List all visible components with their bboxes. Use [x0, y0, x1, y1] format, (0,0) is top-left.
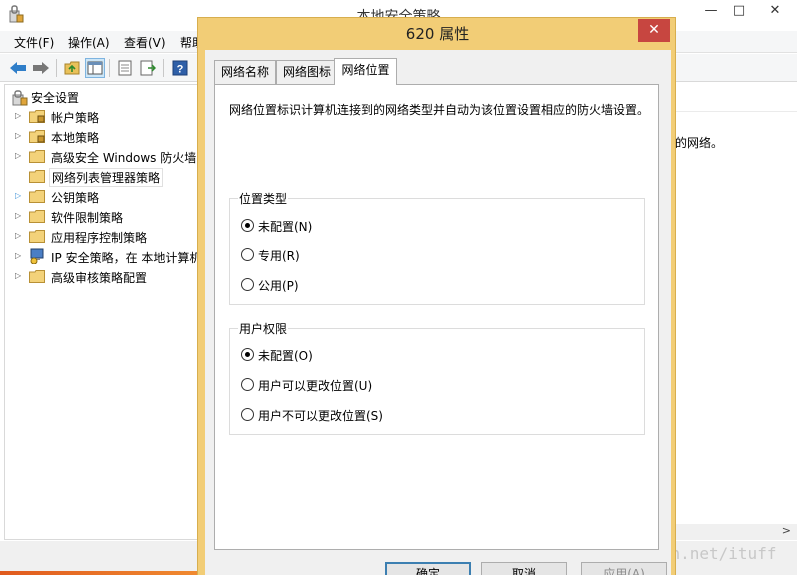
details-header [675, 84, 797, 112]
expand-arrow-icon[interactable]: ▷ [15, 251, 21, 260]
folder-lock-icon [29, 130, 45, 143]
ok-button[interactable]: 确定 [385, 562, 471, 575]
tab-network-name[interactable]: 网络名称 [214, 60, 276, 84]
menu-view[interactable]: 查看(V) [124, 34, 166, 51]
radio-label: 用户不可以更改位置(S) [258, 409, 383, 423]
scroll-right-icon[interactable]: > [782, 524, 791, 537]
tree-item-label: 网络列表管理器策略 [49, 168, 164, 187]
tab-panel: 网络位置标识计算机连接到的网络类型并自动为该位置设置相应的防火墙设置。 位置类型… [214, 84, 659, 550]
folder-icon [29, 210, 45, 223]
radio-label: 未配置(O) [258, 349, 313, 363]
user-permissions-group: 用户权限 未配置(O) 用户可以更改位置(U) 用户不可以更改位置(S) [229, 320, 645, 435]
toolbar-separator [163, 59, 164, 77]
tree-item-audit-policy[interactable]: ▷ 高级审核策略配置 [5, 267, 205, 287]
expand-arrow-icon[interactable]: ▷ [15, 191, 21, 200]
dialog-body: 网络名称 网络图标 网络位置 网络位置标识计算机连接到的网络类型并自动为该位置设… [205, 50, 671, 575]
radio-label: 未配置(N) [258, 220, 313, 234]
folder-lock-icon [29, 110, 45, 123]
tree-item-software-restriction[interactable]: ▷ 软件限制策略 [5, 207, 205, 227]
expand-arrow-icon[interactable]: ▷ [15, 231, 21, 240]
radio-button[interactable] [241, 378, 254, 391]
toolbar-separator [109, 59, 110, 77]
radio-button[interactable] [241, 278, 254, 291]
details-pane: 的网络。 [675, 84, 797, 540]
menu-action[interactable]: 操作(A) [68, 34, 110, 51]
tree-item-label: 安全设置 [31, 91, 80, 105]
taskbar-strip [0, 571, 200, 575]
up-folder-icon[interactable] [62, 58, 82, 78]
tree-item-app-control[interactable]: ▷ 应用程序控制策略 [5, 227, 205, 247]
tree-item-security-settings[interactable]: 安全设置 [5, 87, 205, 107]
radio-button[interactable] [241, 248, 254, 261]
export-list-icon[interactable] [115, 58, 135, 78]
menu-file[interactable]: 文件(F) [14, 34, 54, 51]
group-title: 用户权限 [238, 320, 289, 337]
folder-icon [29, 170, 45, 183]
apply-button[interactable]: 应用(A) [581, 562, 667, 575]
tree-item-label: 本地策略 [51, 131, 100, 145]
location-description: 网络位置标识计算机连接到的网络类型并自动为该位置设置相应的防火墙设置。 [229, 103, 650, 117]
svg-text:?: ? [177, 64, 184, 76]
properties-dialog: 620 属性 ✕ 网络名称 网络图标 网络位置 网络位置标识计算机连接到的网络类… [197, 17, 676, 575]
radio-label: 专用(R) [258, 249, 300, 263]
expand-arrow-icon[interactable]: ▷ [15, 271, 21, 280]
expand-arrow-icon[interactable]: ▷ [15, 111, 21, 120]
radio-label: 公用(P) [258, 279, 299, 293]
help-icon[interactable]: ? [170, 58, 190, 78]
forward-arrow-icon[interactable] [31, 58, 51, 78]
tree-item-public-key[interactable]: ▷ 公钥策略 [5, 187, 205, 207]
expand-arrow-icon[interactable]: ▷ [15, 151, 21, 160]
tree-item-label: 软件限制策略 [51, 211, 124, 225]
dialog-close-button[interactable]: ✕ [638, 19, 670, 42]
tree-item-firewall[interactable]: ▷ 高级安全 Windows 防火墙 [5, 147, 205, 167]
tab-network-icon[interactable]: 网络图标 [276, 60, 338, 84]
show-tree-icon[interactable] [85, 58, 105, 78]
tree-item-label: 帐户策略 [51, 111, 100, 125]
group-title: 位置类型 [238, 190, 289, 207]
folder-icon [29, 190, 45, 203]
tree-pane: 安全设置 ▷ 帐户策略 ▷ 本地策略 ▷ 高级安全 Windows 防火墙 网络… [4, 84, 201, 540]
maximize-button[interactable]: □ [725, 0, 753, 22]
dialog-title: 620 属性 [405, 25, 470, 43]
radio-button[interactable] [241, 408, 254, 421]
radio-button[interactable] [241, 219, 254, 232]
radio-label: 用户可以更改位置(U) [258, 379, 373, 393]
security-settings-icon [12, 90, 28, 106]
folder-icon [29, 270, 45, 283]
back-arrow-icon[interactable] [8, 58, 28, 78]
location-type-group: 位置类型 未配置(N) 专用(R) 公用(P) [229, 190, 645, 305]
tree-item-local-policies[interactable]: ▷ 本地策略 [5, 127, 205, 147]
ip-security-icon [30, 248, 44, 264]
tree-item-ip-security[interactable]: ▷ IP 安全策略，在 本地计算机 [5, 247, 205, 267]
cancel-button[interactable]: 取消 [481, 562, 567, 575]
horizontal-scrollbar[interactable]: > [675, 524, 797, 540]
minimize-button[interactable]: — [697, 0, 725, 22]
tab-network-location[interactable]: 网络位置 [334, 58, 397, 85]
folder-icon [29, 230, 45, 243]
folder-icon [29, 150, 45, 163]
tree-item-label: IP 安全策略，在 本地计算机 [51, 251, 202, 265]
tree-item-label: 高级安全 Windows 防火墙 [51, 151, 197, 165]
tree-item-label: 应用程序控制策略 [51, 231, 148, 245]
expand-arrow-icon[interactable]: ▷ [15, 131, 21, 140]
expand-arrow-icon[interactable]: ▷ [15, 211, 21, 220]
details-description: 的网络。 [675, 136, 724, 150]
tree-item-account-policies[interactable]: ▷ 帐户策略 [5, 107, 205, 127]
tree-item-label: 高级审核策略配置 [51, 271, 148, 285]
tree-item-label: 公钥策略 [51, 191, 100, 205]
radio-button[interactable] [241, 348, 254, 361]
toolbar-separator [56, 59, 57, 77]
tree-item-network-list-manager[interactable]: 网络列表管理器策略 [5, 167, 205, 187]
properties-icon[interactable] [138, 58, 158, 78]
close-button[interactable]: ✕ [753, 0, 797, 22]
